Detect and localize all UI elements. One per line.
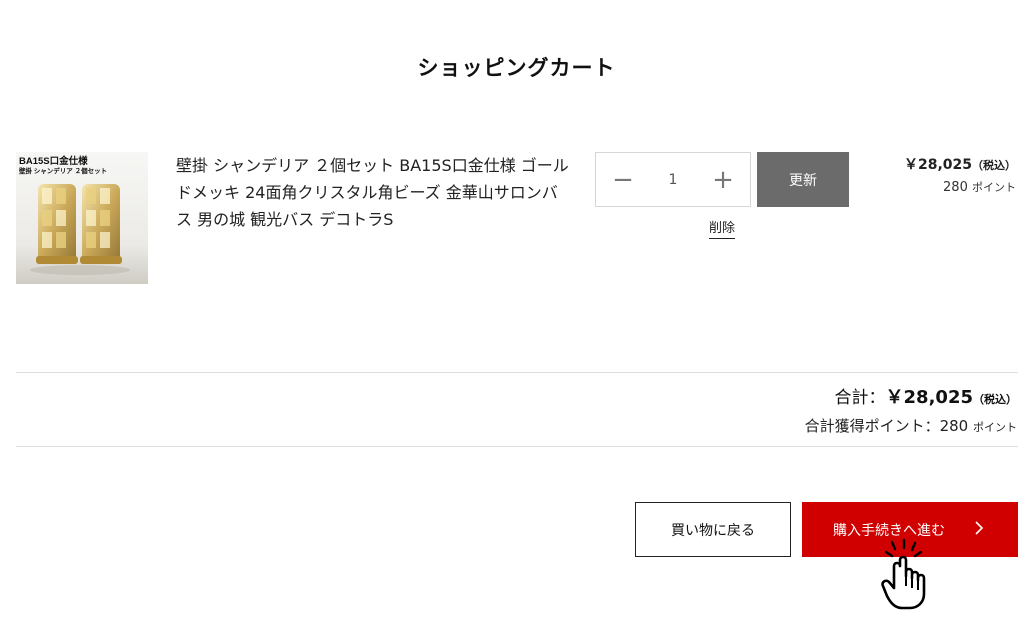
total-points-unit: ポイント (973, 421, 1017, 434)
total-points: 合計獲得ポイント：280 ポイント (805, 415, 1017, 436)
quantity-increase-button[interactable]: + (698, 153, 748, 206)
item-points-unit: ポイント (972, 181, 1016, 194)
quantity-stepper: − 1 + (595, 152, 751, 207)
quantity-input[interactable]: 1 (646, 153, 700, 206)
checkout-label: 購入手続きへ進む (833, 523, 945, 539)
quantity-decrease-button[interactable]: − (598, 153, 648, 206)
cart-total: 合計：￥28,025（税込） (835, 383, 1017, 409)
item-points: 280 ポイント (943, 179, 1016, 195)
total-value: ￥28,025 (885, 387, 973, 408)
cart-item: BA15S口金仕様 壁掛 シャンデリア ２個セット 壁掛 シャンデリア ２個セッ… (16, 152, 1018, 284)
total-tax: （税込） (973, 393, 1017, 406)
chevron-right-icon (975, 521, 984, 535)
continue-shopping-button[interactable]: 買い物に戻る (635, 502, 791, 557)
item-price-value: ￥28,025 (903, 157, 972, 173)
thumbnail-caption-name: 壁掛 シャンデリア ２個セット (19, 168, 108, 175)
divider (16, 372, 1018, 373)
product-thumbnail[interactable]: BA15S口金仕様 壁掛 シャンデリア ２個セット (16, 152, 148, 284)
total-label: 合計： (834, 388, 886, 408)
total-points-label: 合計獲得ポイント： (804, 417, 940, 435)
product-name-link[interactable]: 壁掛 シャンデリア ２個セット BA15S口金仕様 ゴールドメッキ 24面角クリ… (176, 152, 571, 233)
page-title: ショッピングカート (417, 56, 616, 80)
item-price: ￥28,025（税込） (904, 154, 1016, 174)
delete-link[interactable]: 削除 (709, 217, 736, 239)
update-button[interactable]: 更新 (757, 152, 849, 207)
hand-pointer-click-icon (881, 538, 926, 610)
total-points-value: 280 (939, 417, 969, 435)
item-price-tax: （税込） (972, 159, 1016, 172)
divider (16, 446, 1018, 447)
item-points-value: 280 (943, 180, 968, 195)
